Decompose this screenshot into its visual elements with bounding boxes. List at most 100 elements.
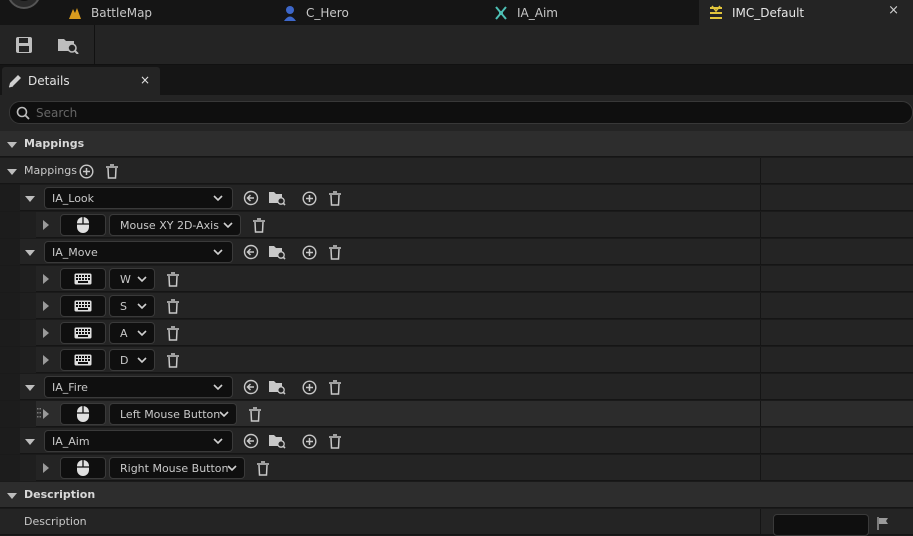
action-select[interactable]: IA_Move [44,241,233,263]
use-selected-asset-button[interactable] [242,432,260,450]
expand-arrow-icon[interactable] [43,328,49,338]
add-element-button[interactable] [77,162,95,180]
chevron-down-icon [212,191,224,205]
remove-key-button[interactable] [250,216,268,234]
collapse-arrow-icon[interactable] [7,493,17,499]
collapse-arrow-icon[interactable] [25,439,35,445]
remove-key-button[interactable] [164,270,182,288]
category-header-mappings[interactable]: Mappings [0,131,913,157]
add-key-button[interactable] [300,189,318,207]
remove-key-button[interactable] [164,324,182,342]
level-icon [66,4,84,22]
key-capture-button[interactable] [60,295,106,317]
expand-arrow-icon[interactable] [43,301,49,311]
collapse-arrow-icon[interactable] [7,142,17,148]
description-input[interactable] [773,514,869,536]
category-header-description[interactable]: Description [0,482,913,508]
remove-mapping-button[interactable] [326,378,344,396]
add-key-button[interactable] [300,432,318,450]
close-tab-button[interactable]: × [888,3,899,18]
key-capture-button[interactable] [60,214,106,236]
panel-tab-strip: Details × [0,65,913,95]
column-divider [760,320,761,346]
save-button[interactable] [9,31,39,59]
remove-mapping-button[interactable] [326,243,344,261]
use-selected-asset-button[interactable] [242,243,260,261]
row-gutter [0,239,20,265]
key-select[interactable]: D [109,349,155,371]
add-key-button[interactable] [300,243,318,261]
collapse-arrow-icon[interactable] [25,385,35,391]
key-capture-button[interactable] [60,457,106,479]
tab-c-hero[interactable]: C_Hero [281,0,471,25]
add-key-button[interactable] [300,378,318,396]
key-select[interactable]: S [109,295,155,317]
engine-logo-icon[interactable] [2,0,44,14]
action-select[interactable]: IA_Aim [44,430,233,452]
search-icon [16,106,30,120]
remove-mapping-button[interactable] [326,189,344,207]
collapse-arrow-icon[interactable] [25,196,35,202]
collapse-arrow-icon[interactable] [7,169,17,175]
chevron-down-icon [218,407,230,421]
browse-to-asset-button[interactable] [53,31,83,59]
expand-arrow-icon[interactable] [43,409,49,419]
key-name: Left Mouse Button [120,407,221,421]
chevron-down-icon [212,380,224,394]
keyboard-icon [74,327,92,339]
key-capture-button[interactable] [60,268,106,290]
browse-asset-button[interactable] [268,432,286,450]
remove-key-button[interactable] [246,405,264,423]
remove-key-button[interactable] [164,351,182,369]
action-name: IA_Aim [52,434,90,448]
chevron-down-icon [136,353,148,367]
details-panel-tab[interactable]: Details × [2,67,160,95]
action-select[interactable]: IA_Fire [44,376,233,398]
key-select[interactable]: Mouse XY 2D-Axis [109,214,241,236]
tab-battlemap[interactable]: BattleMap [66,0,266,25]
asset-toolbar [0,25,913,65]
expand-arrow-icon[interactable] [43,355,49,365]
browse-asset-button[interactable] [268,189,286,207]
key-name: W [120,272,131,286]
key-mapping-row: Left Mouse Button [0,401,913,427]
browse-asset-button[interactable] [268,378,286,396]
clear-all-button[interactable] [103,162,121,180]
column-divider [760,239,761,265]
key-select[interactable]: W [109,268,155,290]
tab-ia-aim[interactable]: IA_Aim [492,0,692,25]
key-capture-button[interactable] [60,403,106,425]
use-selected-asset-button[interactable] [242,378,260,396]
drag-handle-icon[interactable] [37,407,41,421]
search-input[interactable] [36,105,896,120]
chevron-down-icon [136,272,148,286]
remove-mapping-button[interactable] [326,432,344,450]
use-selected-asset-button[interactable] [242,189,260,207]
tab-label: C_Hero [306,5,349,20]
key-name: S [120,299,127,313]
tab-label: IA_Aim [517,5,558,20]
key-capture-button[interactable] [60,349,106,371]
remove-key-button[interactable] [254,459,272,477]
key-select[interactable]: Right Mouse Button [109,457,245,479]
action-select[interactable]: IA_Look [44,187,233,209]
remove-key-button[interactable] [164,297,182,315]
key-mapping-row: D [0,347,913,373]
expand-arrow-icon[interactable] [43,274,49,284]
browse-asset-button[interactable] [268,243,286,261]
key-select[interactable]: A [109,322,155,344]
key-mapping-row: W [0,266,913,292]
key-capture-button[interactable] [60,322,106,344]
row-gutter [20,266,36,292]
row-gutter [20,455,36,481]
action-mapping-row: IA_Aim [0,428,913,454]
action-name: IA_Fire [52,380,88,394]
expand-arrow-icon[interactable] [43,463,49,473]
key-select[interactable]: Left Mouse Button [109,403,237,425]
collapse-arrow-icon[interactable] [25,250,35,256]
localization-flag-icon[interactable] [876,516,890,533]
tab-imc-default[interactable]: IMC_Default × [699,0,913,25]
row-gutter [0,374,20,400]
expand-arrow-icon[interactable] [43,220,49,230]
close-details-button[interactable]: × [140,73,150,87]
